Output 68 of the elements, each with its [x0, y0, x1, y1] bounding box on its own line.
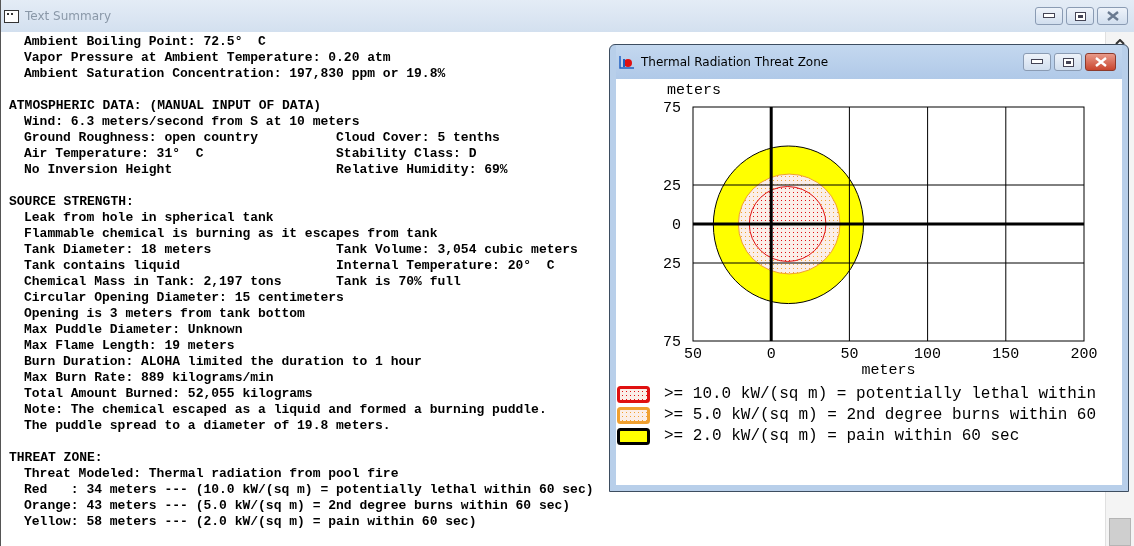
- tick-label: 75: [663, 334, 681, 351]
- summary-text: Total Amount Burned: 52,055 kilograms: [24, 386, 313, 402]
- tick-label: 0: [766, 346, 776, 363]
- summary-text: Red : 34 meters --- (10.0 kW/(sq m) = potentially lethal within 60 sec): [24, 482, 594, 498]
- summary-text: Tank contains liquid: [24, 258, 182, 274]
- tick-label: 150: [992, 346, 1020, 363]
- section-heading: SOURCE STRENGTH:: [9, 194, 134, 210]
- section-heading: THREAT ZONE:: [9, 450, 103, 466]
- legend-text: >= 5.0 kW/(sq m) = 2nd degree burns within 60: [664, 406, 1097, 424]
- scroll-up-icon[interactable]: [1115, 39, 1125, 45]
- tick-label: 25: [663, 178, 681, 195]
- minimize-button[interactable]: [1023, 53, 1051, 71]
- axis-label: meters: [667, 82, 721, 99]
- tick-label: 100: [914, 346, 942, 363]
- summary-text: Leak from hole in spherical tank: [24, 210, 274, 226]
- tick-label: 0: [672, 217, 681, 234]
- close-icon: [1094, 57, 1107, 67]
- summary-text: Threat Modeled: Thermal radiation from pool fire: [24, 466, 399, 482]
- minimize-icon: [1031, 59, 1043, 65]
- summary-text: Tank is 70% full: [336, 274, 461, 290]
- maximize-icon: [1062, 57, 1074, 67]
- summary-text: No Inversion Height: [24, 162, 174, 178]
- summary-text: Max Flame Length: 19 meters: [24, 338, 235, 354]
- axis-label: meters: [861, 362, 916, 377]
- summary-text: Stability Class: D: [336, 146, 477, 162]
- summary-text: Note: The chemical escaped as a liquid and formed a burning puddle.: [24, 402, 547, 418]
- scroll-thumb[interactable]: [1109, 518, 1131, 546]
- window-title: Thermal Radiation Threat Zone: [641, 55, 830, 69]
- tick-label: 50: [840, 346, 859, 363]
- summary-text: Ambient Saturation Concentration: 197,830 ppm or 19.8%: [24, 66, 446, 82]
- minimize-button[interactable]: [1035, 7, 1063, 25]
- summary-text: Wind: 6.3 meters/second from S at 10 meters: [24, 114, 360, 130]
- minimize-icon: [1043, 13, 1055, 19]
- summary-text: Max Puddle Diameter: Unknown: [24, 322, 243, 338]
- maximize-icon: [1074, 11, 1086, 21]
- summary-text: Burn Duration: ALOHA limited the duration to 1 hour: [24, 354, 422, 370]
- window-icon: [619, 55, 635, 69]
- summary-text: Flammable chemical is burning as it escapes from tank: [24, 226, 438, 242]
- close-icon: [1106, 11, 1119, 21]
- summary-text: Air Temperature: 31° C: [24, 146, 205, 162]
- summary-text: Orange: 43 meters --- (5.0 kW/(sq m) = 2nd degree burns within 60 sec): [24, 498, 571, 514]
- section-heading: ATMOSPHERIC DATA: (MANUAL INPUT OF DATA): [9, 98, 322, 114]
- maximize-button[interactable]: [1066, 7, 1094, 25]
- summary-text: Internal Temperature: 20° C: [336, 258, 555, 274]
- legend-text: >= 10.0 kW/(sq m) = potentially lethal within: [664, 385, 1097, 403]
- summary-text: Tank Diameter: 18 meters: [24, 242, 213, 258]
- close-button[interactable]: [1097, 7, 1128, 25]
- summary-text: Vapor Pressure at Ambient Temperature: 0.20 atm: [24, 50, 391, 66]
- window-icon: [4, 9, 19, 23]
- summary-text: The puddle spread to a diameter of 19.8 meters.: [24, 418, 391, 434]
- maximize-button[interactable]: [1054, 53, 1082, 71]
- summary-text: Opening is 3 meters from tank bottom: [24, 306, 305, 322]
- tick-label: 75: [663, 100, 681, 117]
- tick-label: 50: [684, 346, 702, 363]
- close-button[interactable]: [1085, 53, 1116, 71]
- summary-text: Chemical Mass in Tank: 2,197 tons: [24, 274, 283, 290]
- summary-text: Max Burn Rate: 889 kilograms/min: [24, 370, 274, 386]
- window-title: Text Summary: [25, 9, 113, 23]
- summary-text: Relative Humidity: 69%: [336, 162, 508, 178]
- tick-label: 25: [663, 256, 681, 273]
- summary-text: Ground Roughness: open country: [24, 130, 260, 146]
- summary-text: Ambient Boiling Point: 72.5° C: [24, 34, 266, 50]
- tick-label: 200: [1070, 346, 1098, 363]
- summary-text: Cloud Cover: 5 tenths: [336, 130, 500, 146]
- summary-text: Tank Volume: 3,054 cubic meters: [336, 242, 578, 258]
- summary-text: Yellow: 58 meters --- (2.0 kW/(sq m) = pain within 60 sec): [24, 514, 477, 530]
- summary-text: Circular Opening Diameter: 15 centimeters: [24, 290, 344, 306]
- legend-text: >= 2.0 kW/(sq m) = pain within 60 sec: [664, 427, 1020, 445]
